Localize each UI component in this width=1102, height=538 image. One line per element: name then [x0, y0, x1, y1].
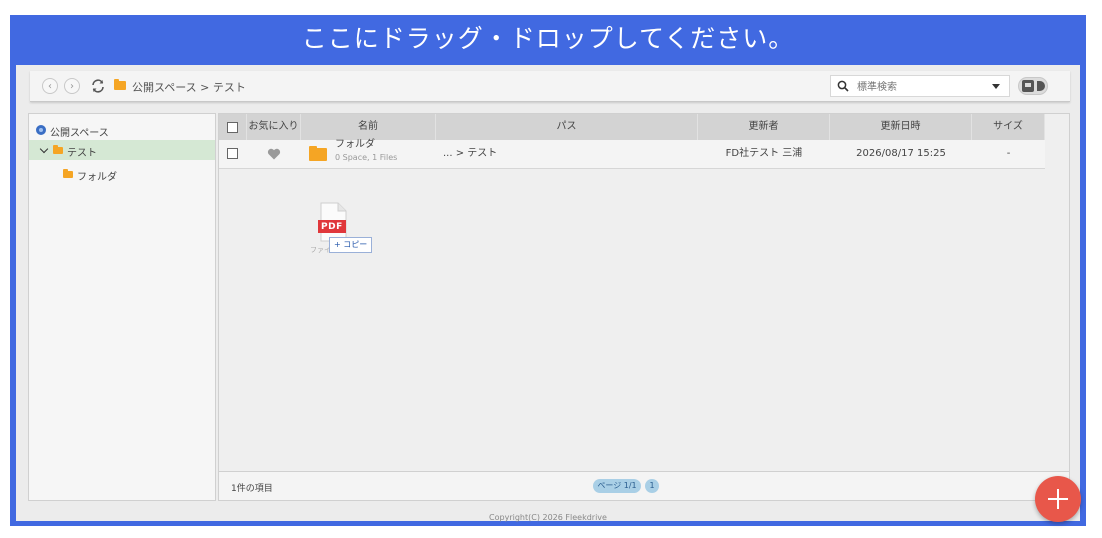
- sidebar-item-label: フォルダ: [77, 172, 117, 183]
- search-input[interactable]: [855, 78, 979, 96]
- chevron-down-icon[interactable]: [39, 144, 49, 154]
- folder-icon: [309, 146, 327, 161]
- sidebar-item-test[interactable]: テスト: [29, 140, 215, 160]
- copyright: Copyright(C) 2026 Fleekdrive: [489, 513, 607, 522]
- select-all-checkbox[interactable]: [227, 122, 238, 133]
- row-subtext: 0 Space, 1 Files: [335, 153, 398, 162]
- row-size: -: [1006, 148, 1011, 159]
- sidebar-item-public-space[interactable]: 公開スペース: [29, 120, 215, 140]
- header-path[interactable]: パス: [436, 114, 698, 140]
- globe-icon: [36, 125, 46, 135]
- folder-icon: [53, 145, 63, 154]
- table-header: お気に入り 名前 パス 更新者 更新日時 サイズ: [219, 114, 1045, 140]
- back-button[interactable]: ‹: [42, 78, 58, 94]
- pdf-label: PDF: [321, 222, 343, 232]
- table-row[interactable]: フォルダ 0 Space, 1 Files ... > テスト FD社テスト 三…: [219, 138, 1045, 169]
- folder-icon: [114, 79, 126, 90]
- header-size[interactable]: サイズ: [972, 114, 1045, 140]
- refresh-icon[interactable]: [90, 78, 106, 94]
- file-list-panel: お気に入り 名前 パス 更新者 更新日時 サイズ フォルダ 0 Space, 1…: [218, 113, 1070, 501]
- row-updater: FD社テスト 三浦: [725, 148, 803, 159]
- dropdown-icon[interactable]: [992, 84, 1000, 89]
- header-updater[interactable]: 更新者: [698, 114, 830, 140]
- toolbar: ‹ › 公開スペース > テスト: [30, 71, 1070, 102]
- sidebar-item-folder[interactable]: フォルダ: [29, 164, 215, 184]
- drop-zone-overlay[interactable]: ここにドラッグ・ドロップしてください。 ‹ › 公開スペース > テスト 標準検…: [10, 15, 1086, 526]
- forward-icon: ›: [70, 81, 74, 92]
- sidebar-tree: 公開スペース テスト フォルダ: [28, 113, 216, 501]
- back-icon: ‹: [48, 81, 52, 92]
- folder-icon: [63, 169, 73, 178]
- breadcrumb[interactable]: 公開スペース > テスト: [132, 79, 246, 95]
- forward-button[interactable]: ›: [64, 78, 80, 94]
- header-select: [219, 114, 247, 140]
- row-checkbox[interactable]: [227, 148, 238, 159]
- view-toggle-tab: [1037, 81, 1045, 91]
- drop-instruction: ここにドラッグ・ドロップしてください。: [301, 24, 795, 53]
- header-favorite[interactable]: お気に入り: [247, 114, 301, 140]
- add-button[interactable]: [1035, 476, 1081, 522]
- heart-icon[interactable]: [267, 148, 281, 160]
- page-button-1[interactable]: 1: [645, 479, 659, 493]
- row-name[interactable]: フォルダ: [335, 138, 375, 152]
- view-toggle-icon[interactable]: [1018, 77, 1048, 95]
- copy-tooltip: + コピー: [329, 237, 373, 253]
- app-window: ‹ › 公開スペース > テスト 標準検索 公開スペース テスト フォルダ お気…: [16, 65, 1080, 521]
- row-updated: 2026/08/17 15:25: [856, 148, 946, 159]
- page-indicator: ページ 1/1: [593, 479, 641, 493]
- view-toggle-knob: [1022, 80, 1034, 92]
- search-icon[interactable]: [837, 80, 849, 92]
- header-name[interactable]: 名前: [301, 114, 436, 140]
- list-footer: 1件の項目 ページ 1/1 1: [219, 471, 1069, 500]
- sidebar-item-label: テスト: [67, 148, 97, 159]
- row-path: ... > テスト: [443, 148, 498, 159]
- item-count: 1件の項目: [231, 484, 273, 494]
- sidebar-item-label: 公開スペース: [50, 128, 109, 139]
- header-updated[interactable]: 更新日時: [830, 114, 972, 140]
- dragged-file-ghost: PDF ファイル: [310, 202, 370, 262]
- search-box: [830, 75, 1010, 97]
